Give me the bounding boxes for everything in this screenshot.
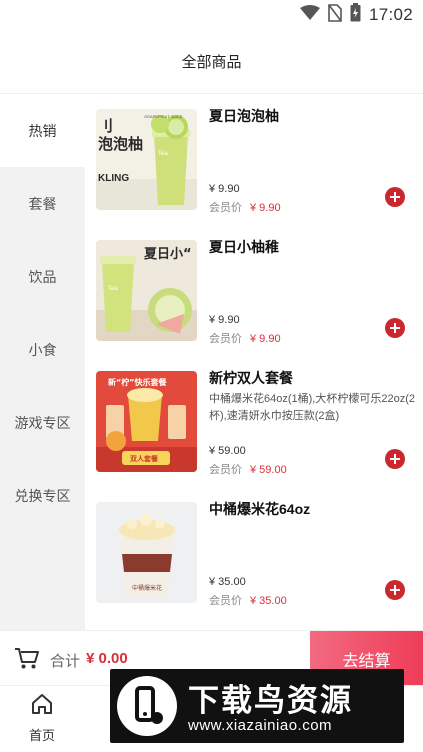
sidebar-item-combo[interactable]: 套餐 (0, 167, 85, 240)
add-to-cart-button[interactable] (385, 449, 405, 469)
member-price-row: 会员价 ¥ 9.90 (209, 199, 281, 215)
status-time: 17:02 (368, 5, 413, 24)
member-price-label: 会员价 (209, 595, 242, 607)
total-amount: ¥ 0.00 (86, 650, 128, 667)
member-price: ¥ 9.90 (250, 333, 281, 345)
member-price: ¥ 59.00 (250, 464, 287, 476)
product-name: 夏日泡泡柚 (209, 108, 279, 124)
product-item[interactable]: 中桶爆米花 中桶爆米花64oz ¥ 35.00 会员价 ¥ 35.00 (85, 487, 423, 618)
tab-home-label: 首页 (28, 728, 55, 743)
product-image-label-text: 中桶爆米花 (132, 584, 162, 592)
product-price: ¥ 35.00 (209, 576, 246, 588)
title-bar: 全部商品 (0, 30, 423, 94)
watermark-logo (117, 676, 177, 736)
add-to-cart-button[interactable] (385, 580, 405, 600)
product-image: 中桶爆米花 (96, 502, 197, 603)
sidebar-item-drinks[interactable]: 饮品 (0, 240, 85, 313)
product-image-en-text: KLING (98, 173, 129, 184)
product-image-banner-text: 新“柠”快乐套餐 (108, 377, 168, 387)
battery-icon (350, 3, 361, 27)
product-image-badge-text: 双人套餐 (130, 454, 159, 463)
member-price-row: 会员价 ¥ 35.00 (209, 592, 287, 608)
product-list[interactable]: Tea 刂 泡泡柚 KLING GRAPEFRUIT JUICE 夏日泡泡柚 ¥… (85, 94, 423, 630)
product-image-cn-text: 夏日小“ (143, 247, 192, 262)
total-label: 合计 (50, 653, 81, 670)
home-icon (30, 692, 54, 721)
product-desc: 中桶爆米花64oz(1桶),大杯柠檬可乐22oz(2杯),速清妍水巾按压款(2盒… (209, 393, 415, 422)
member-price-row: 会员价 ¥ 9.90 (209, 330, 281, 346)
product-price: ¥ 9.90 (209, 183, 240, 195)
member-price-row: 会员价 ¥ 59.00 (209, 461, 287, 477)
product-image-cn-text: 泡泡柚 (98, 135, 143, 153)
member-price-label: 会员价 (209, 202, 242, 214)
watermark-title: 下载鸟资源 (188, 683, 353, 718)
cart-icon[interactable] (14, 646, 40, 675)
wifi-icon (299, 4, 320, 26)
member-price: ¥ 9.90 (250, 202, 281, 214)
svg-text:Tea: Tea (108, 286, 118, 292)
product-item[interactable]: 新“柠”快乐套餐 双人套餐 新柠双人套餐 中桶爆米花64oz(1桶),大杯柠檬可… (85, 356, 423, 487)
tab-home[interactable]: 首页 (14, 692, 70, 747)
product-name: 夏日小柚稚 (209, 239, 279, 255)
product-item[interactable]: Tea 夏日小“ 夏日小柚稚 ¥ 9.90 会员价 ¥ 9.90 (85, 225, 423, 356)
member-price-label: 会员价 (209, 464, 242, 476)
product-price: ¥ 59.00 (209, 445, 246, 457)
status-bar: 17:02 (0, 0, 423, 30)
page-title: 全部商品 (181, 54, 242, 71)
sidebar-item-games[interactable]: 游戏专区 (0, 386, 85, 459)
product-image: 新“柠”快乐套餐 双人套餐 (96, 371, 197, 472)
member-price-label: 会员价 (209, 333, 242, 345)
category-sidebar: 热销 套餐 饮品 小食 游戏专区 兑换专区 (0, 94, 85, 630)
add-to-cart-button[interactable] (385, 318, 405, 338)
product-image: Tea 刂 泡泡柚 KLING GRAPEFRUIT JUICE (96, 109, 197, 210)
product-price: ¥ 9.90 (209, 314, 240, 326)
add-to-cart-button[interactable] (385, 187, 405, 207)
product-item[interactable]: Tea 刂 泡泡柚 KLING GRAPEFRUIT JUICE 夏日泡泡柚 ¥… (85, 94, 423, 225)
tea-logo-text: Tea (158, 151, 168, 157)
sidebar-item-exchange[interactable]: 兑换专区 (0, 459, 85, 532)
product-name: 新柠双人套餐 (209, 370, 293, 386)
svg-text:刂: 刂 (98, 117, 113, 135)
watermark: 下载鸟资源 www.xiazainiao.com (110, 669, 404, 743)
sidebar-item-hot[interactable]: 热销 (0, 94, 85, 167)
product-image: Tea 夏日小“ (96, 240, 197, 341)
watermark-url: www.xiazainiao.com (188, 717, 333, 734)
sidebar-item-snacks[interactable]: 小食 (0, 313, 85, 386)
member-price: ¥ 35.00 (250, 595, 287, 607)
no-sim-icon (328, 3, 342, 27)
product-name: 中桶爆米花64oz (209, 501, 311, 517)
product-image-top-text: GRAPEFRUIT JUICE (144, 114, 183, 119)
